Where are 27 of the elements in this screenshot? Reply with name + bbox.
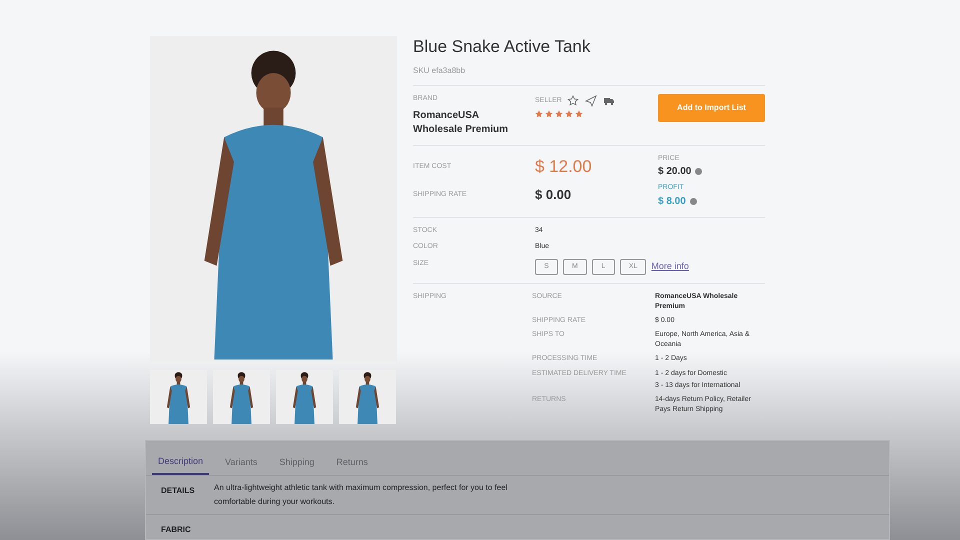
product-title: Blue Snake Active Tank — [413, 36, 592, 58]
section-label: DETAILS — [160, 484, 196, 496]
star-icon — [575, 110, 583, 118]
sku-text: SKU efa3a8bb — [413, 65, 466, 78]
star-icon — [535, 110, 543, 118]
profit-value: $ 8.00 — [658, 194, 686, 209]
section-text: An ultra-lightweight athletic tank with maximum compression, perfect for you to feel comfortable during your workouts. — [214, 482, 508, 508]
item-cost-value: $ 12.00 — [535, 156, 593, 178]
tab[interactable]: Returns — [330, 455, 374, 474]
thumbnail-photo[interactable] — [339, 370, 396, 424]
price-value: $ 20.00 — [658, 165, 692, 180]
thumbnail-photo[interactable] — [213, 370, 270, 424]
send-icon[interactable] — [584, 94, 598, 108]
brand-name: RomanceUSA Wholesale Premium — [413, 108, 510, 137]
more-info-link[interactable]: More info — [651, 260, 689, 274]
star-icon — [555, 110, 563, 118]
shipping-rate-value: $ 0.00 — [535, 186, 572, 204]
tab[interactable]: Variants — [219, 455, 264, 474]
tab[interactable]: Description — [152, 455, 210, 474]
star-icon — [545, 110, 553, 118]
tab[interactable]: Shipping — [273, 455, 320, 474]
thumbnail-photo[interactable] — [150, 370, 207, 424]
section-label: FABRIC — [160, 524, 192, 536]
star-outline-icon[interactable] — [566, 94, 580, 108]
thumbnail-photo[interactable] — [276, 370, 333, 424]
star-icon — [565, 110, 573, 118]
add-to-import-list-button[interactable]: Add to Import List — [658, 94, 765, 122]
